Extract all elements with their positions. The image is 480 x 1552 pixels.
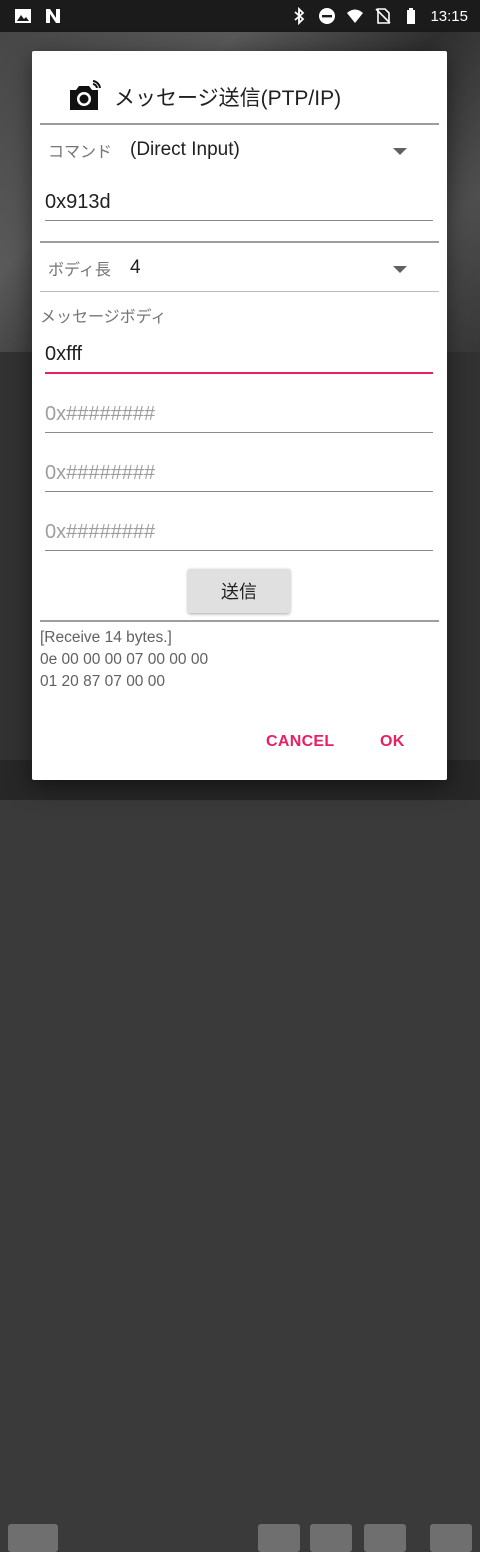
- background-toolbar-button: [310, 1524, 352, 1552]
- camera-icon: [70, 80, 101, 110]
- body-length-selected: 4: [130, 257, 141, 278]
- background-toolbar-button: [258, 1524, 300, 1552]
- body-field-3[interactable]: [45, 453, 433, 493]
- header-divider: [40, 123, 439, 125]
- status-bar: 13:15: [0, 0, 480, 32]
- bluetooth-icon: [294, 7, 305, 25]
- command-selected: (Direct Input): [130, 139, 240, 160]
- background-toolbar-button: [430, 1524, 472, 1552]
- cancel-button[interactable]: CANCEL: [262, 727, 338, 757]
- send-message-dialog: メッセージ送信(PTP/IP) コマンド (Direct Input) ボディ長…: [32, 51, 447, 780]
- n-icon: [46, 9, 60, 23]
- body-field-1[interactable]: [45, 334, 433, 374]
- section-divider: [40, 241, 439, 243]
- dialog-title: メッセージ送信(PTP/IP): [114, 87, 342, 110]
- body-field-4[interactable]: [45, 512, 433, 552]
- receive-log-line: 0e 00 00 00 07 00 00 00: [40, 651, 209, 668]
- ok-button[interactable]: OK: [376, 727, 409, 757]
- body-field-2-underline: [45, 432, 433, 433]
- background-toolbar-button: [8, 1524, 58, 1552]
- background-toolbar-button: [364, 1524, 406, 1552]
- command-label: コマンド: [48, 144, 113, 161]
- body-field-1-underline: [45, 372, 433, 374]
- battery-icon: [407, 8, 416, 24]
- body-length-label: ボディ長: [48, 262, 111, 279]
- image-icon: [15, 9, 31, 23]
- body-field-2[interactable]: [45, 394, 433, 434]
- body-length-spinner[interactable]: ボディ長 4: [32, 249, 447, 289]
- receive-log-line: [Receive 14 bytes.]: [40, 629, 172, 646]
- body-field-3-underline: [45, 491, 433, 492]
- command-input[interactable]: [45, 182, 433, 222]
- section-divider: [40, 620, 439, 622]
- wifi-icon: [347, 9, 364, 23]
- body-field-4-underline: [45, 550, 433, 551]
- dropdown-caret-icon: [393, 266, 407, 273]
- send-button[interactable]: 送信: [188, 569, 290, 613]
- receive-log-line: 01 20 87 07 00 00: [40, 673, 165, 690]
- command-input-underline: [45, 220, 433, 221]
- section-divider: [40, 291, 439, 292]
- dnd-icon: [319, 8, 336, 24]
- command-spinner[interactable]: コマンド (Direct Input): [32, 131, 447, 171]
- message-body-label: メッセージボディ: [40, 309, 167, 326]
- status-time: 13:15: [430, 7, 468, 25]
- dropdown-caret-icon: [393, 148, 407, 155]
- dialog-header: メッセージ送信(PTP/IP): [66, 77, 341, 117]
- no-sim-icon: [375, 8, 392, 24]
- receive-log: [Receive 14 bytes.] 0e 00 00 00 07 00 00…: [40, 627, 208, 693]
